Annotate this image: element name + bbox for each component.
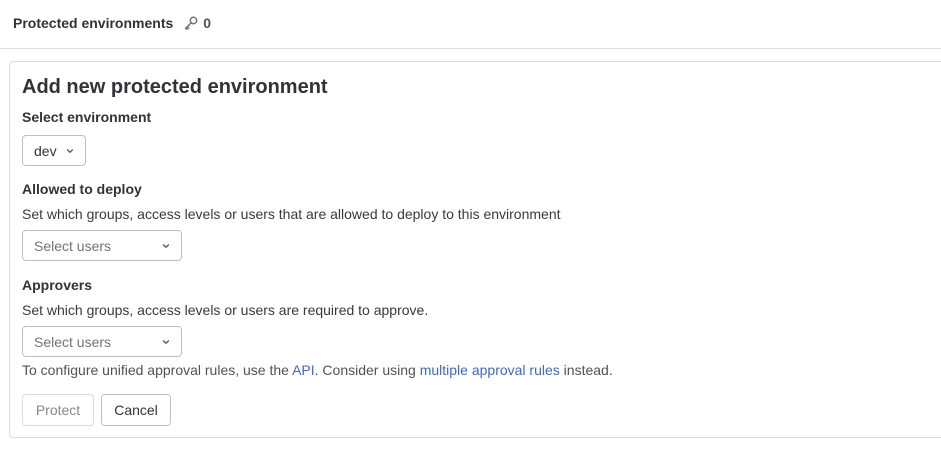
chevron-down-icon (65, 146, 75, 156)
approvers-users-dropdown[interactable]: Select users (22, 326, 182, 357)
info-suffix-text: instead. (559, 362, 613, 378)
form-title: Add new protected environment (22, 76, 328, 98)
chevron-down-icon (161, 241, 171, 251)
environment-dropdown[interactable]: dev (22, 135, 86, 166)
page-title: Protected environments (13, 15, 174, 31)
protect-button[interactable]: Protect (22, 394, 94, 426)
api-link[interactable]: API (292, 362, 315, 378)
chevron-down-icon (161, 337, 171, 347)
deploy-users-dropdown[interactable]: Select users (22, 230, 182, 261)
info-middle-text: . Consider using (314, 362, 420, 378)
approval-rules-info: To configure unified approval rules, use… (22, 362, 613, 378)
environment-dropdown-value: dev (34, 142, 57, 159)
approvers-help: Set which groups, access levels or users… (22, 302, 429, 318)
approvers-users-placeholder: Select users (34, 333, 112, 350)
select-environment-label: Select environment (22, 109, 152, 125)
add-protected-environment-card: Add new protected environment Select env… (9, 61, 941, 438)
multiple-approval-rules-link[interactable]: multiple approval rules (420, 362, 560, 378)
info-prefix-text: To configure unified approval rules, use… (22, 362, 293, 378)
allowed-to-deploy-label: Allowed to deploy (22, 181, 142, 197)
cancel-button[interactable]: Cancel (101, 394, 171, 426)
allowed-to-deploy-help: Set which groups, access levels or users… (22, 206, 561, 222)
deploy-users-placeholder: Select users (34, 237, 112, 254)
page-header: Protected environments 0 (0, 0, 941, 49)
environment-count: 0 (203, 15, 212, 31)
shield-key-icon (183, 15, 199, 31)
approvers-label: Approvers (22, 277, 93, 293)
